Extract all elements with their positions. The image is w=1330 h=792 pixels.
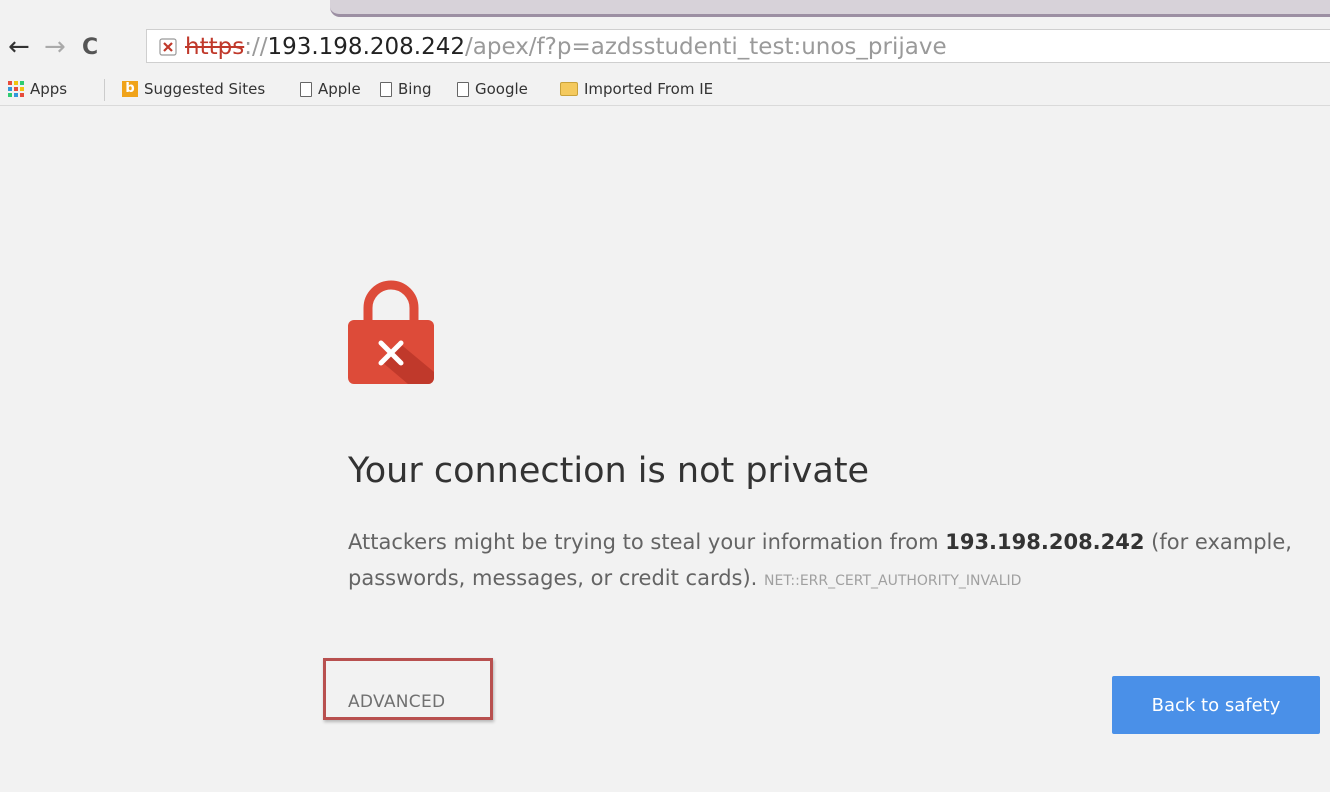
bookmark-google[interactable]: Google bbox=[457, 77, 528, 101]
host-name: 193.198.208.242 bbox=[945, 530, 1145, 554]
reload-button[interactable]: C bbox=[82, 33, 98, 63]
bookmark-divider bbox=[104, 79, 105, 101]
bookmark-suggested-sites[interactable]: b Suggested Sites bbox=[122, 77, 265, 101]
back-to-safety-button[interactable]: Back to safety bbox=[1112, 676, 1320, 734]
bookmark-label: Suggested Sites bbox=[144, 80, 266, 98]
error-code[interactable]: NET::ERR_CERT_AUTHORITY_INVALID bbox=[764, 573, 1021, 589]
desc-prefix: Attackers might be trying to steal your … bbox=[348, 530, 946, 554]
advanced-link[interactable]: ADVANCED bbox=[348, 690, 445, 714]
url-separator: :// bbox=[244, 34, 268, 60]
bookmark-label: Apps bbox=[30, 80, 68, 98]
bookmark-apps[interactable]: Apps bbox=[8, 77, 67, 101]
page-title: Your connection is not private bbox=[348, 451, 870, 491]
insecure-lock-icon[interactable] bbox=[159, 38, 177, 56]
bookmark-label: Bing bbox=[398, 80, 432, 98]
url-path: /apex/f?p=azdsstudenti_test:unos_prijave bbox=[465, 34, 947, 60]
url-host: 193.198.208.242 bbox=[267, 34, 465, 60]
broken-padlock-icon bbox=[348, 280, 434, 384]
url-scheme: https bbox=[185, 34, 245, 60]
page-icon bbox=[380, 81, 392, 97]
bookmark-label: Imported From IE bbox=[584, 80, 714, 98]
address-bar[interactable]: https://193.198.208.242/apex/f?p=azdsstu… bbox=[146, 29, 1330, 63]
page-icon bbox=[457, 81, 469, 97]
bookmark-label: Google bbox=[475, 80, 528, 98]
bookmark-label: Apple bbox=[318, 80, 361, 98]
forward-button[interactable]: → bbox=[44, 32, 66, 62]
browser-tab[interactable] bbox=[330, 0, 1330, 17]
bookmark-apple[interactable]: Apple bbox=[300, 77, 361, 101]
bookmark-bing[interactable]: Bing bbox=[380, 77, 432, 101]
error-description: Attackers might be trying to steal your … bbox=[348, 524, 1308, 599]
bookmarks-bar: Apps b Suggested Sites Apple Bing Google… bbox=[0, 73, 1330, 106]
folder-icon bbox=[560, 82, 578, 96]
bing-icon: b bbox=[122, 81, 138, 97]
apps-grid-icon bbox=[8, 81, 24, 97]
page-icon bbox=[300, 81, 312, 97]
url-text[interactable]: https://193.198.208.242/apex/f?p=azdsstu… bbox=[185, 32, 947, 62]
back-button[interactable]: ← bbox=[8, 32, 30, 62]
bookmark-folder-imported[interactable]: Imported From IE bbox=[560, 77, 713, 101]
